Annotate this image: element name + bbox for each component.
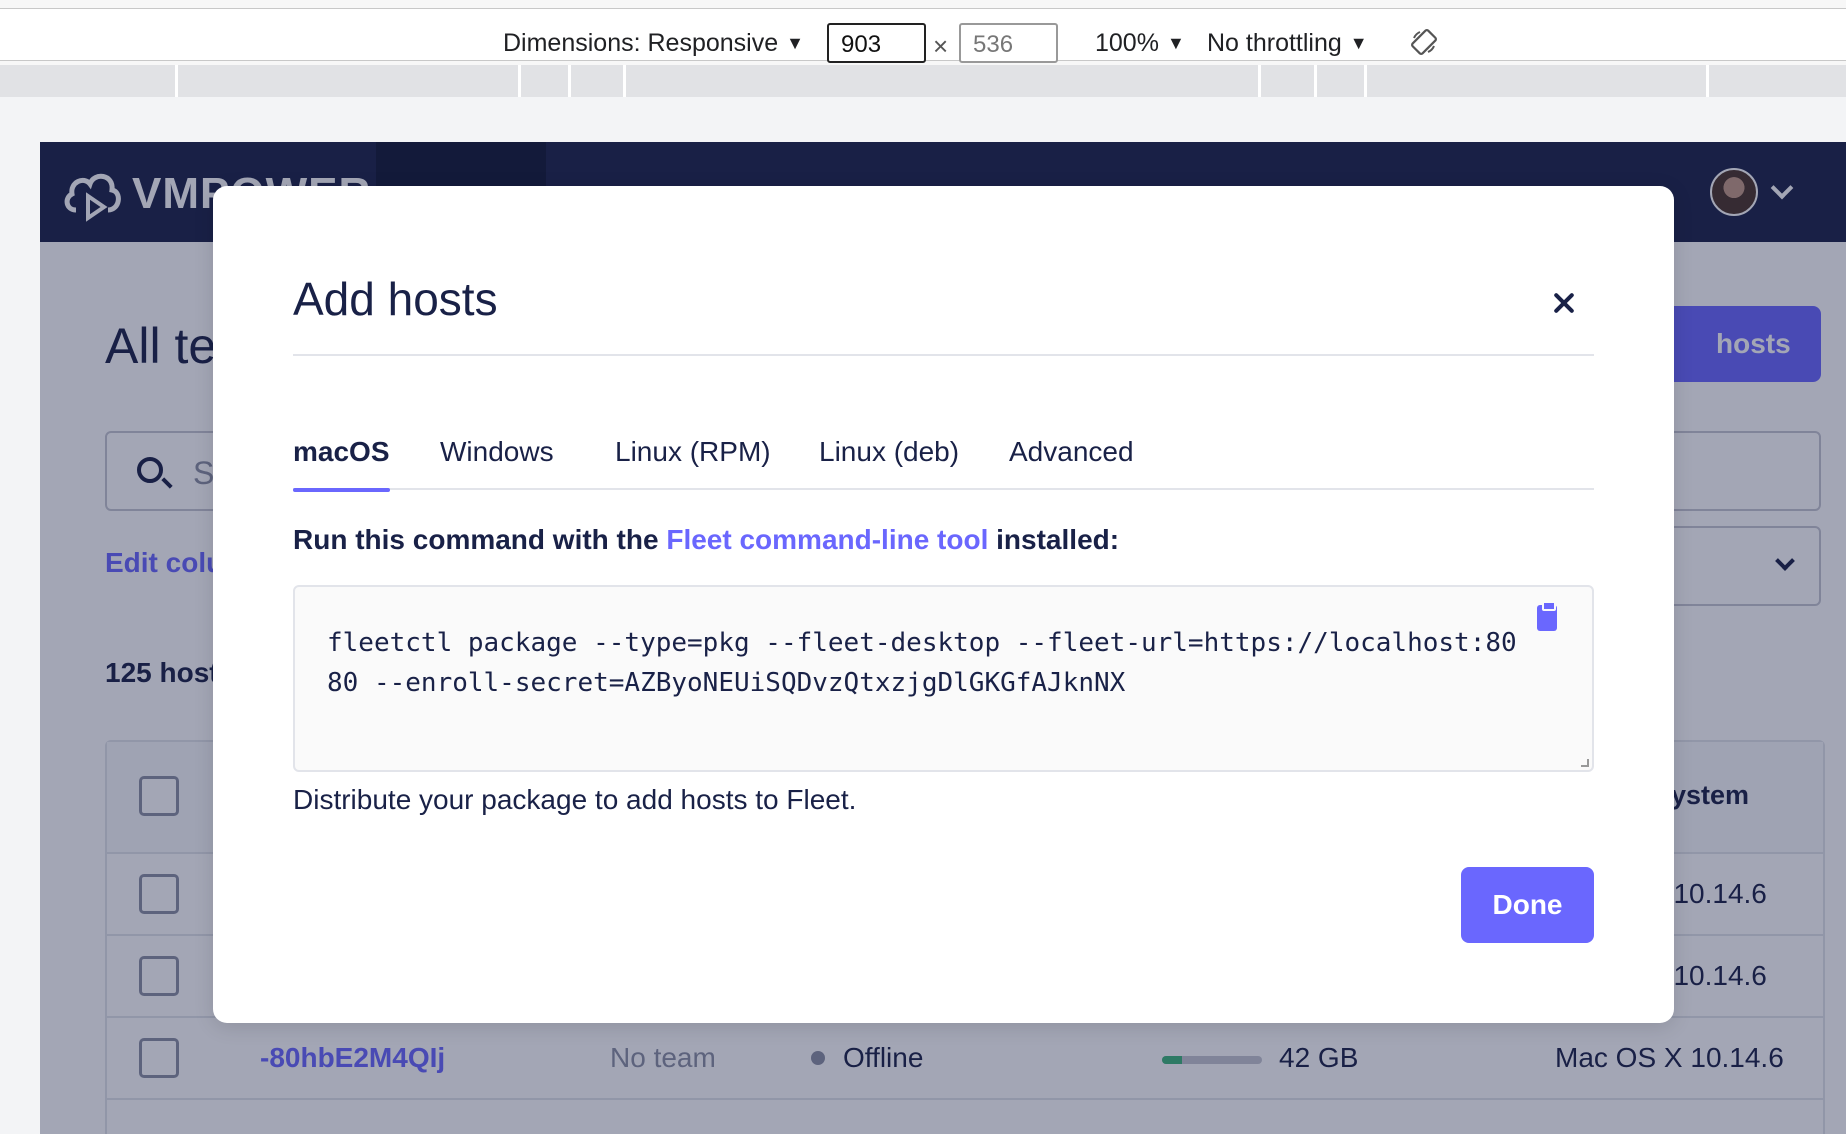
instruction-text: Run this command with the Fleet command-…	[293, 524, 1119, 556]
tab-linux-rpm[interactable]: Linux (RPM)	[615, 436, 771, 490]
zoom-label: 100%	[1095, 29, 1159, 57]
throttling-label: No throttling	[1207, 29, 1342, 57]
tab-linux-deb[interactable]: Linux (deb)	[819, 436, 959, 490]
caret-down-icon: ▼	[786, 33, 804, 53]
devtools-toolbar-row: Dimensions: Responsive ▼ 903 × 536 100% ▼ …	[0, 8, 1846, 63]
tab-macos[interactable]: macOS	[293, 436, 390, 492]
modal-title: Add hosts	[293, 273, 498, 325]
tab-windows[interactable]: Windows	[440, 436, 554, 490]
rotate-icon[interactable]	[1410, 28, 1438, 56]
dimensions-label: Dimensions: Responsive	[503, 29, 779, 57]
devtools-toolbar: Dimensions: Responsive ▼ 903 × 536 100% ▼ …	[0, 0, 1846, 97]
throttling-dropdown[interactable]: No throttling ▼	[1207, 29, 1368, 58]
done-button[interactable]: Done	[1461, 867, 1594, 943]
add-hosts-modal: Add hosts macOS Windows Linux (RPM) Linu…	[213, 186, 1674, 1023]
width-input[interactable]: 903	[827, 23, 926, 63]
platform-tabs: macOS Windows Linux (RPM) Linux (deb) Ad…	[293, 436, 1594, 492]
modal-divider	[293, 354, 1594, 356]
instruction-prefix: Run this command with the	[293, 524, 667, 555]
instruction-suffix: installed:	[988, 524, 1120, 555]
tab-advanced[interactable]: Advanced	[1009, 436, 1134, 490]
times-icon: ×	[933, 31, 949, 61]
help-text: Distribute your package to add hosts to …	[293, 784, 857, 815]
fleet-cli-link[interactable]: Fleet command-line tool	[666, 524, 988, 555]
caret-down-icon: ▼	[1349, 33, 1368, 53]
close-icon[interactable]	[1549, 288, 1579, 318]
media-query-ruler[interactable]	[0, 65, 1846, 97]
caret-down-icon: ▼	[1166, 33, 1185, 53]
command-text[interactable]: fleetctl package --type=pkg --fleet-desk…	[327, 623, 1527, 703]
zoom-dropdown[interactable]: 100% ▼	[1095, 29, 1185, 58]
resize-grip-icon[interactable]	[1581, 759, 1589, 767]
clipboard-icon[interactable]	[1537, 601, 1557, 631]
command-textarea[interactable]: fleetctl package --type=pkg --fleet-desk…	[293, 585, 1594, 772]
height-input[interactable]: 536	[959, 23, 1058, 63]
dimensions-dropdown[interactable]: Dimensions: Responsive ▼	[503, 29, 804, 58]
